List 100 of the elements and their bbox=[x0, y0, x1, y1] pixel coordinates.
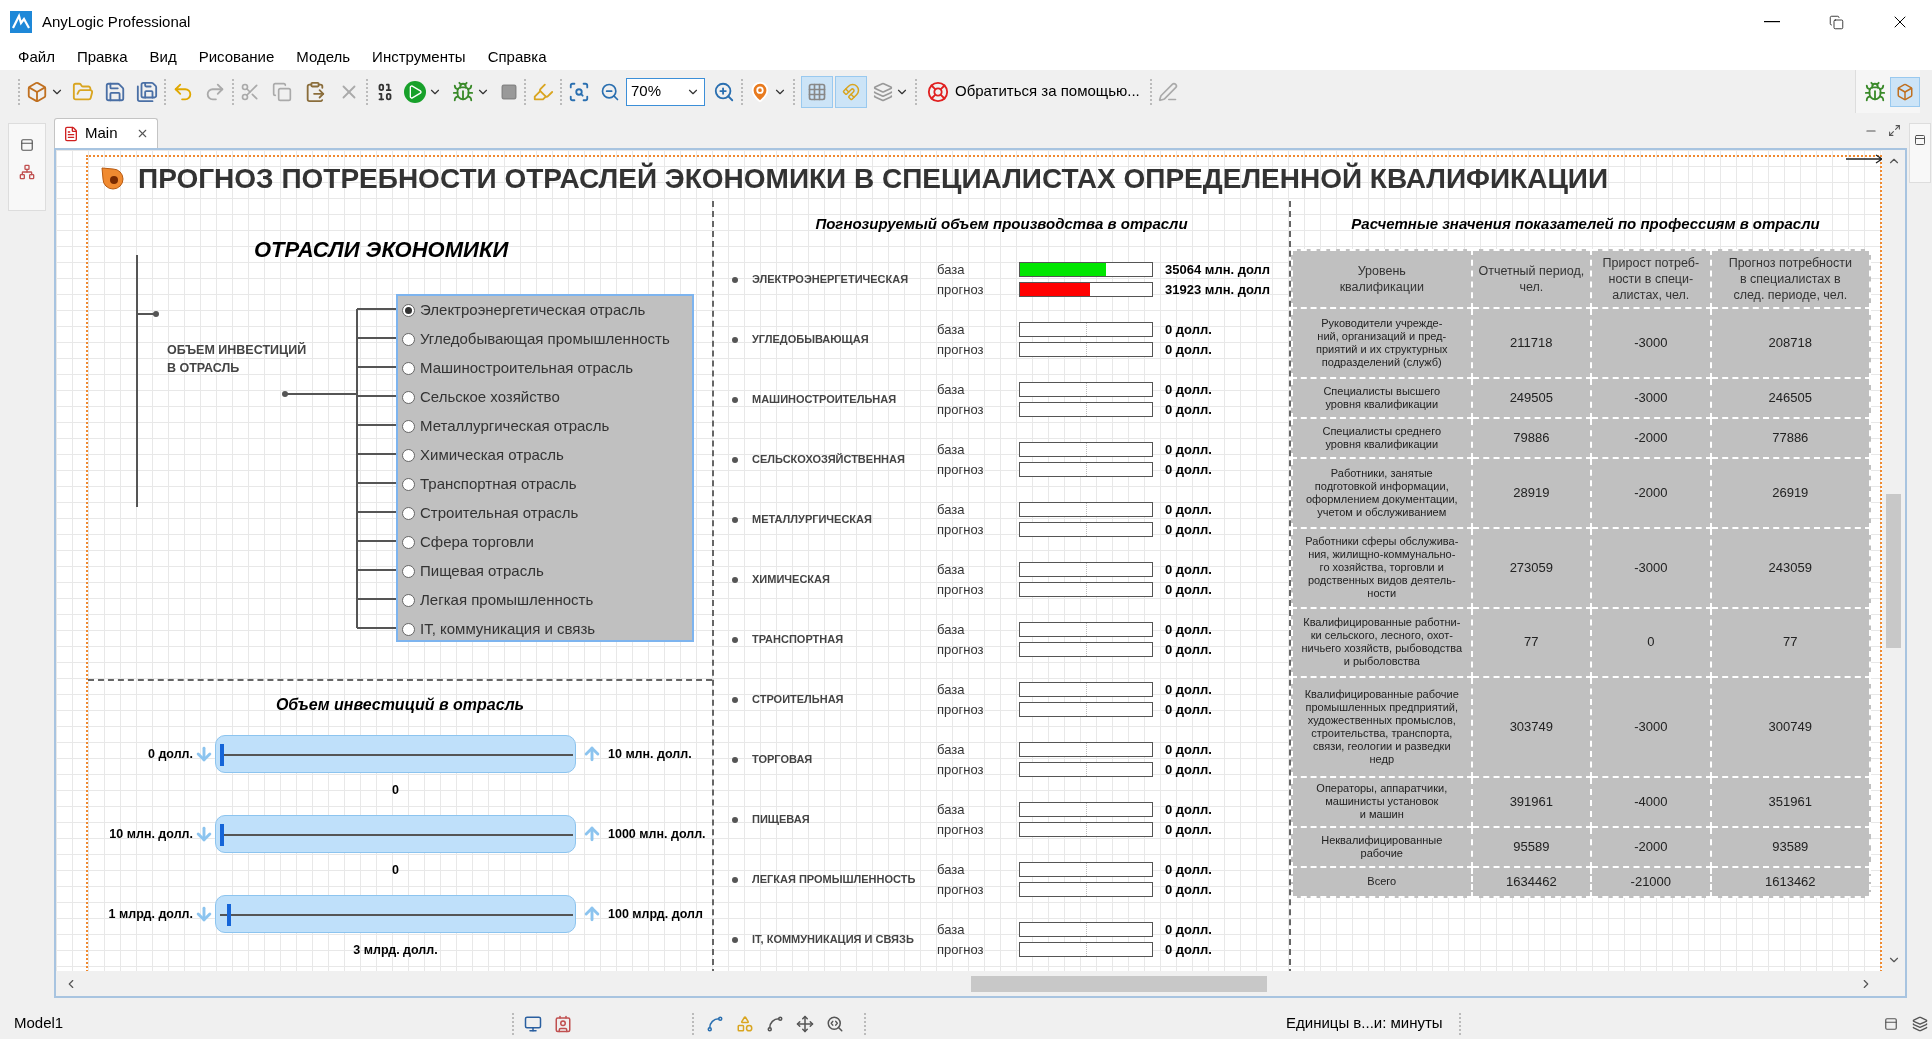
zoom-out-icon[interactable] bbox=[600, 81, 620, 102]
radio-option[interactable]: Пищевая отрасль bbox=[398, 557, 692, 586]
table-cell: -4000 bbox=[1591, 776, 1711, 827]
contact-icon[interactable] bbox=[554, 1014, 572, 1033]
scrollbar-thumb[interactable] bbox=[971, 975, 1267, 992]
radio-option[interactable]: Электроэнергетическая отрасль bbox=[398, 296, 692, 325]
curve-icon[interactable] bbox=[766, 1014, 784, 1033]
radio-button[interactable] bbox=[402, 478, 415, 491]
sector-name: IT, КОММУНИКАЦИЯ И СВЯЗЬ bbox=[752, 932, 915, 948]
table-cell: Операторы, аппаратчики, машинисты установок и машин bbox=[1292, 776, 1472, 827]
restore-icon[interactable] bbox=[1884, 1016, 1898, 1031]
tree-icon[interactable] bbox=[19, 164, 35, 180]
menu-item[interactable]: Файл bbox=[18, 45, 55, 69]
slider-value: 3 млрд. долл. bbox=[352, 942, 439, 959]
bullet-icon bbox=[732, 756, 738, 763]
inspect-icon[interactable] bbox=[826, 1014, 844, 1033]
meter-value: 31923 млн. долл bbox=[1165, 280, 1271, 299]
radio-option[interactable]: Сфера торговли bbox=[398, 528, 692, 557]
radio-button[interactable] bbox=[402, 449, 415, 462]
restore-icon[interactable] bbox=[1913, 134, 1926, 146]
radio-option[interactable]: Транспортная отрасль bbox=[398, 470, 692, 499]
radio-option[interactable]: IT, коммуникация и связь bbox=[398, 615, 692, 644]
radio-button[interactable] bbox=[402, 594, 415, 607]
editor-tab[interactable]: Main bbox=[54, 118, 158, 148]
menu-item[interactable]: Рисование bbox=[198, 45, 275, 69]
slider-track[interactable] bbox=[215, 895, 576, 933]
restore-icon[interactable] bbox=[20, 138, 34, 152]
radio-option[interactable]: Химическая отрасль bbox=[398, 441, 692, 470]
radio-option[interactable]: Машиностроительная отрасль bbox=[398, 354, 692, 383]
scrollbar-thumb[interactable] bbox=[1886, 494, 1901, 648]
grid-toggle[interactable] bbox=[801, 75, 833, 108]
table-cell: Специалисты высшего уровня квалификации bbox=[1292, 377, 1472, 418]
radio-option[interactable]: Строительная отрасль bbox=[398, 499, 692, 528]
table-cell: Работники, занятые подготовкой информации, оформлением документации, учетом и обслуживанием bbox=[1292, 457, 1472, 528]
sector-name: ТОРГОВАЯ bbox=[752, 752, 814, 768]
cube-icon bbox=[1896, 82, 1914, 101]
slider-track[interactable] bbox=[215, 735, 576, 773]
section-heading: Объем инвестиций в отрасль bbox=[275, 695, 525, 715]
radio-button[interactable] bbox=[402, 536, 415, 549]
radio-button[interactable] bbox=[402, 391, 415, 404]
slider-thumb[interactable] bbox=[220, 744, 224, 766]
meter-label: прогноз bbox=[937, 760, 985, 779]
bug-icon[interactable] bbox=[452, 80, 474, 103]
slider-track[interactable] bbox=[215, 815, 576, 853]
meter-value: 0 долл. bbox=[1165, 800, 1212, 819]
grid-icon bbox=[807, 81, 827, 102]
stop-icon[interactable] bbox=[500, 82, 518, 101]
radio-button[interactable] bbox=[402, 507, 415, 520]
bullet-icon bbox=[732, 336, 738, 343]
perspective-toggle[interactable] bbox=[1890, 76, 1920, 107]
sector-name: МЕТАЛЛУРГИЧЕСКАЯ bbox=[752, 512, 873, 528]
table-cell: 77 bbox=[1710, 607, 1870, 677]
zoom-in-icon[interactable] bbox=[713, 80, 735, 103]
radio-button[interactable] bbox=[402, 420, 415, 433]
bug-icon[interactable] bbox=[1864, 80, 1886, 103]
table-cell: 208718 bbox=[1710, 307, 1870, 378]
meter-value: 0 долл. bbox=[1165, 320, 1212, 339]
meter-label: прогноз bbox=[937, 580, 985, 599]
maximize-view-icon[interactable] bbox=[1888, 124, 1901, 137]
radio-option[interactable]: Сельское хозяйство bbox=[398, 383, 692, 412]
close-tab-icon[interactable] bbox=[136, 127, 149, 140]
meter-value: 0 долл. bbox=[1165, 760, 1212, 779]
menu-item[interactable]: Модель bbox=[296, 45, 351, 69]
radio-button[interactable] bbox=[402, 623, 415, 636]
radio-button[interactable] bbox=[402, 565, 415, 578]
radio-button[interactable] bbox=[402, 304, 415, 317]
meter-label: база bbox=[937, 740, 966, 759]
table-cell: Руководители учрежде- ний, организаций и пред- приятий и их структурных подразделений (служб) bbox=[1292, 307, 1472, 378]
menu-item[interactable]: Инструменты bbox=[372, 45, 466, 69]
menu-item[interactable]: Вид bbox=[149, 45, 177, 69]
radio-option[interactable]: Угледобывающая промышленность bbox=[398, 325, 692, 354]
paste-icon[interactable] bbox=[304, 80, 326, 103]
radio-option[interactable]: Металлургическая отрасль bbox=[398, 412, 692, 441]
save-all-icon[interactable] bbox=[136, 80, 158, 103]
meter-value: 0 долл. bbox=[1165, 520, 1212, 539]
meter-value: 35064 млн. долл bbox=[1165, 260, 1271, 279]
radio-option[interactable]: Легкая промышленность bbox=[398, 586, 692, 615]
help-button[interactable]: Обратиться за помощью... bbox=[923, 75, 1144, 108]
table-cell: Квалифицированные рабочие промышленных предприятий, художественных промыслов, строительства, транспорта, связи, геологии и разведки недр bbox=[1292, 676, 1472, 777]
zoom-fit-icon[interactable] bbox=[568, 80, 590, 103]
table-cell: -3000 bbox=[1591, 377, 1711, 418]
min-label: 1 млрд. долл. bbox=[107, 905, 193, 923]
table-cell: -21000 bbox=[1591, 866, 1711, 897]
snap-toggle[interactable] bbox=[835, 75, 867, 108]
radio-button[interactable] bbox=[402, 333, 415, 346]
panels-icon[interactable] bbox=[1912, 1015, 1928, 1032]
save-icon[interactable] bbox=[104, 80, 126, 103]
meter-value: 0 долл. bbox=[1165, 340, 1212, 359]
move-icon[interactable] bbox=[796, 1014, 814, 1033]
monitor-icon[interactable] bbox=[524, 1014, 542, 1033]
slider-thumb[interactable] bbox=[227, 904, 231, 926]
radio-button[interactable] bbox=[402, 362, 415, 375]
sector-name: ПИЩЕВАЯ bbox=[752, 812, 811, 828]
table-cell: 77886 bbox=[1710, 417, 1870, 458]
zoom-field[interactable]: 70% bbox=[626, 77, 705, 106]
meter-label: прогноз bbox=[937, 520, 985, 539]
menu-item[interactable]: Правка bbox=[76, 45, 128, 69]
slider-thumb[interactable] bbox=[220, 824, 224, 846]
connector-icon[interactable] bbox=[706, 1014, 724, 1033]
menu-item[interactable]: Справка bbox=[487, 45, 547, 69]
